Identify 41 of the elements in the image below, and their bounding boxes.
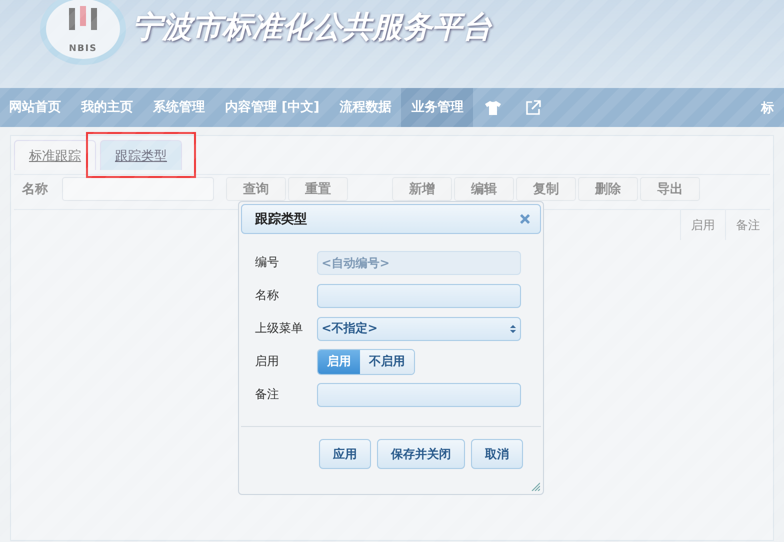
toolbar-button[interactable]: 新增 [392,177,452,201]
site-title: 宁波市标准化公共服务平台 [132,8,492,46]
input-field[interactable] [316,284,521,308]
dialog-button[interactable]: 取消 [471,439,523,469]
column-header: 备注 [725,210,770,240]
close-icon[interactable] [520,214,530,224]
search-field[interactable] [62,177,214,201]
nav-item[interactable]: 我的主页 [71,88,143,127]
field-label: 上级菜单 [255,320,304,337]
tab[interactable]: 跟踪类型 [100,140,182,170]
external-link-icon[interactable] [525,100,542,116]
toolbar-button[interactable]: 复制 [516,177,576,201]
updown-icon [510,324,516,334]
field-label: 备注 [255,386,280,403]
dialog-title: 跟踪类型 [255,210,307,228]
nav-item[interactable]: 业务管理 [401,88,474,127]
toggle-option[interactable]: 启用 [318,350,360,374]
toolbar-button[interactable]: 编辑 [454,177,514,201]
toolbar-button[interactable]: 删除 [578,177,638,201]
toolbar-button[interactable]: 导出 [640,177,700,201]
toolbar-button[interactable]: 查询 [226,177,286,201]
nav-item[interactable]: 网站首页 [0,88,71,127]
logo-text: NBIS [68,44,98,54]
column-header: 启用 [680,210,725,240]
select-field[interactable]: <不指定> [316,316,521,340]
toolbar-button[interactable]: 重置 [288,177,348,201]
dialog-button[interactable]: 应用 [319,439,371,469]
nav-item[interactable]: 流程数据 [329,88,402,127]
resize-grip-icon[interactable] [530,481,540,491]
nav-item[interactable]: 内容管理 [中文] [215,88,330,127]
dialog-button[interactable]: 保存并关闭 [377,439,465,469]
field-label: 启用 [255,353,280,370]
toggle-option[interactable]: 不启用 [360,350,414,374]
field-label: 名称 [255,287,280,304]
field-label: 编号 [255,254,280,271]
input-field[interactable] [316,382,521,406]
nav-item[interactable]: 系统管理 [143,88,215,127]
shirt-icon[interactable] [485,100,502,114]
nav-item[interactable]: 标 [761,98,774,116]
search-label: 名称 [22,181,48,198]
tab[interactable]: 标准跟踪 [14,140,96,170]
